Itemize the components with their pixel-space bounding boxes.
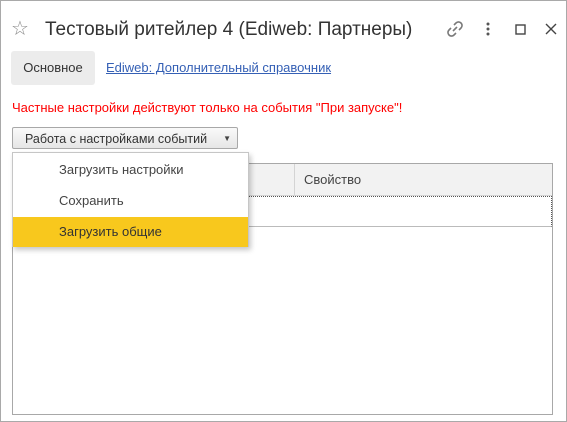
event-settings-button[interactable]: Работа с настройками событий ▼ [12,127,238,149]
tab-additional-reference[interactable]: Ediweb: Дополнительный справочник [106,51,331,85]
tab-main[interactable]: Основное [11,51,95,85]
column-divider [294,164,295,195]
star-icon[interactable]: ☆ [11,18,33,40]
close-icon[interactable] [543,19,559,39]
maximize-icon[interactable] [513,19,529,39]
window: ☆ Тестовый ритейлер 4 (Ediweb: Партнеры)… [0,0,567,422]
more-icon[interactable] [483,19,493,39]
menu-item-save[interactable]: Сохранить [13,186,248,216]
link-icon[interactable] [445,19,465,39]
menu-item-load-general[interactable]: Загрузить общие [13,217,248,247]
column-header-property[interactable]: Свойство [304,164,361,195]
window-title: Тестовый ритейлер 4 (Ediweb: Партнеры) [45,19,413,40]
chevron-down-icon: ▼ [223,134,231,143]
warning-message: Частные настройки действуют только на со… [12,100,403,115]
event-settings-menu: Загрузить настройки Сохранить Загрузить … [12,152,249,247]
menu-item-load-settings[interactable]: Загрузить настройки [13,155,248,185]
event-settings-label: Работа с настройками событий [25,132,208,146]
